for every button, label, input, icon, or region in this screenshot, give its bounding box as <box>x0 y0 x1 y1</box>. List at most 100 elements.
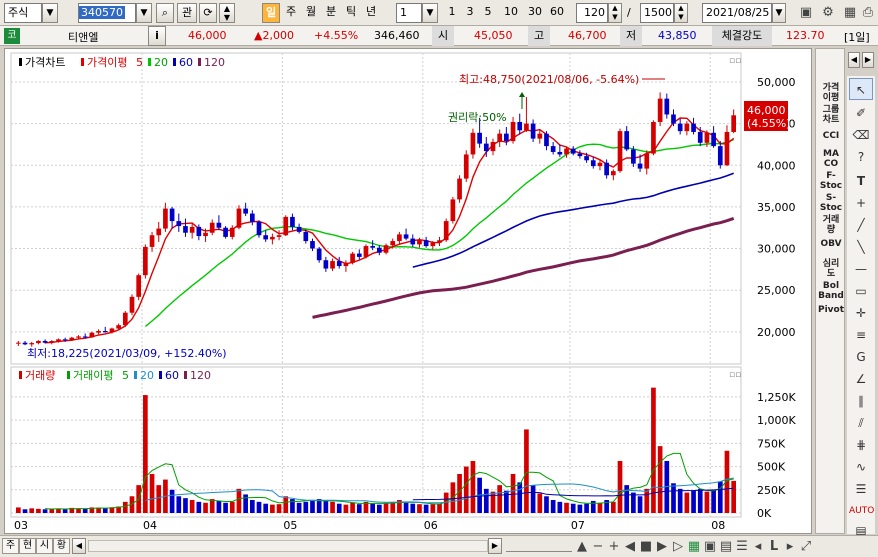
interval-5-button[interactable]: 5 <box>480 3 496 23</box>
pointer-icon[interactable]: ↖ <box>849 78 873 100</box>
candle-body <box>644 153 650 169</box>
fan-line-icon[interactable]: ∠ <box>849 368 873 390</box>
candle-body <box>570 148 576 154</box>
minute-value-field[interactable]: 1 <box>396 3 422 23</box>
eraser-icon[interactable]: ✐ <box>849 102 873 124</box>
period-year-button[interactable]: 년 <box>362 3 380 23</box>
channel-icon[interactable]: ⋕ <box>849 434 873 456</box>
period-tool-icon[interactable]: ☰ <box>849 478 873 500</box>
candle-body <box>590 160 596 167</box>
stock-dropdown-icon[interactable]: ▼ <box>136 3 152 23</box>
info-button[interactable]: i <box>148 26 166 46</box>
indicator-fstoc[interactable]: F- Stoc <box>816 171 846 191</box>
indicator-volume[interactable]: 거래 량 <box>816 215 846 235</box>
refresh-icon[interactable]: ⟳ <box>199 3 217 23</box>
volume-bar <box>263 503 269 513</box>
market-select[interactable]: 주식 <box>4 3 42 23</box>
volume-bar <box>577 504 583 513</box>
delete-all-icon[interactable]: ⌫ <box>849 124 873 146</box>
candle-body <box>584 156 589 161</box>
help-icon[interactable]: ? <box>849 146 873 168</box>
indicator-obv[interactable]: OBV <box>816 239 846 249</box>
interval-30-button[interactable]: 30 <box>524 3 546 23</box>
price-change: ▲2,000 <box>254 29 294 42</box>
volume-panel-menu-icon[interactable]: ▫▫ <box>729 370 741 380</box>
tab-current[interactable]: 현 <box>19 538 36 554</box>
scroll-left-icon[interactable]: ◀ <box>72 538 86 554</box>
market-dropdown-icon[interactable]: ▼ <box>42 3 58 23</box>
interval-1-button[interactable]: 1 <box>444 3 460 23</box>
crosshair-icon[interactable]: + <box>849 192 873 214</box>
tab-status[interactable]: 황 <box>53 538 70 554</box>
text-tool-icon[interactable]: T <box>849 170 873 192</box>
stock-code-field[interactable]: 340570 <box>78 3 136 23</box>
volume-bar <box>430 504 436 513</box>
candle-body <box>383 245 389 253</box>
parallel-icon[interactable]: ∥ <box>849 390 873 412</box>
interval-3-button[interactable]: 3 <box>462 3 478 23</box>
display-count-stepper[interactable]: ▲ ▼ <box>608 3 622 23</box>
rectangle-icon[interactable]: ▭ <box>849 280 873 302</box>
scroll-track[interactable] <box>88 540 488 552</box>
candle-body <box>156 228 162 236</box>
indicator-group-chart[interactable]: 그룹 차트 <box>816 105 846 125</box>
trendline-icon[interactable]: ╱ <box>849 214 873 236</box>
chart-area[interactable]: 50,00045,00040,00035,00030,00025,00020,0… <box>4 48 812 534</box>
interval-60-button[interactable]: 60 <box>546 3 568 23</box>
indicator-psychology[interactable]: 심리 도 <box>816 259 846 279</box>
indicator-bollinger[interactable]: Bol Band <box>816 281 846 301</box>
indicator-sstoc[interactable]: S- Stoc <box>816 193 846 213</box>
stepper-icon[interactable]: ▲ ▼ <box>219 3 235 23</box>
period-minute-button[interactable]: 분 <box>322 3 340 23</box>
candle-body <box>664 98 670 115</box>
line-tool-icon[interactable]: ╲ <box>849 236 873 258</box>
indicator-pivot[interactable]: Pivot <box>816 305 846 315</box>
total-count-stepper[interactable]: ▲ ▼ <box>674 3 688 23</box>
volume-legend-ma5: 5 <box>122 369 129 382</box>
save-image-icon[interactable]: ▣ <box>796 3 816 23</box>
volume-bar <box>731 480 736 513</box>
cross-line-icon[interactable]: ✛ <box>849 302 873 324</box>
auto-tool-icon[interactable]: AUTO <box>849 500 874 522</box>
interval-10-button[interactable]: 10 <box>500 3 522 23</box>
stock-chart[interactable]: 50,00045,00040,00035,00030,00025,00020,0… <box>5 49 811 533</box>
search-icon[interactable]: ⌕ <box>156 3 174 23</box>
period-month-button[interactable]: 월 <box>302 3 320 23</box>
date-field[interactable]: 2021/08/25 <box>702 3 772 23</box>
tab-stock[interactable]: 주 <box>2 538 19 554</box>
gwan-button[interactable]: 관 <box>177 3 197 23</box>
zoom-slider[interactable] <box>506 540 572 552</box>
print-icon[interactable]: ⎙ <box>858 3 878 23</box>
indicator-cci[interactable]: CCI <box>816 131 846 141</box>
period-week-button[interactable]: 주 <box>282 3 300 23</box>
gann-icon[interactable]: G <box>849 346 873 368</box>
expand-icon[interactable]: ⤢ <box>796 537 816 557</box>
volume-bar <box>550 500 556 513</box>
volume-bar <box>557 501 563 513</box>
display-count-field[interactable]: 120 <box>576 3 608 23</box>
speed-line-icon[interactable]: ⫽ <box>849 412 873 434</box>
wave-icon[interactable]: ∿ <box>849 456 873 478</box>
volume-bar <box>42 509 48 513</box>
indicator-maco[interactable]: MA CO <box>816 149 846 169</box>
minute-dropdown-icon[interactable]: ▼ <box>422 3 438 23</box>
total-count-field[interactable]: 1500 <box>640 3 674 23</box>
x-axis-label: 03 <box>14 519 28 532</box>
tool-scroll-up-icon[interactable]: ◀ <box>848 52 860 68</box>
volume-bar <box>597 502 603 513</box>
settings-gear-icon[interactable]: ⚙ <box>818 3 838 23</box>
grid-view-icon[interactable]: ▦ <box>840 3 860 23</box>
candle-body <box>704 132 710 143</box>
date-dropdown-icon[interactable]: ▼ <box>772 3 786 23</box>
tool-scroll-down-icon[interactable]: ▶ <box>862 52 874 68</box>
period-tick-button[interactable]: 틱 <box>342 3 360 23</box>
fibonacci-icon[interactable]: ≡ <box>849 324 873 346</box>
volume-bar <box>149 474 155 513</box>
price-panel-menu-icon[interactable]: ▫▫ <box>729 56 741 66</box>
tab-market[interactable]: 시 <box>36 538 53 554</box>
scroll-right-icon[interactable]: ▶ <box>488 538 502 554</box>
candle-body <box>196 226 202 237</box>
horizontal-line-icon[interactable]: — <box>849 258 873 280</box>
indicator-price-ma[interactable]: 가격 이평 <box>816 83 846 103</box>
period-day-button[interactable]: 일 <box>262 3 280 23</box>
